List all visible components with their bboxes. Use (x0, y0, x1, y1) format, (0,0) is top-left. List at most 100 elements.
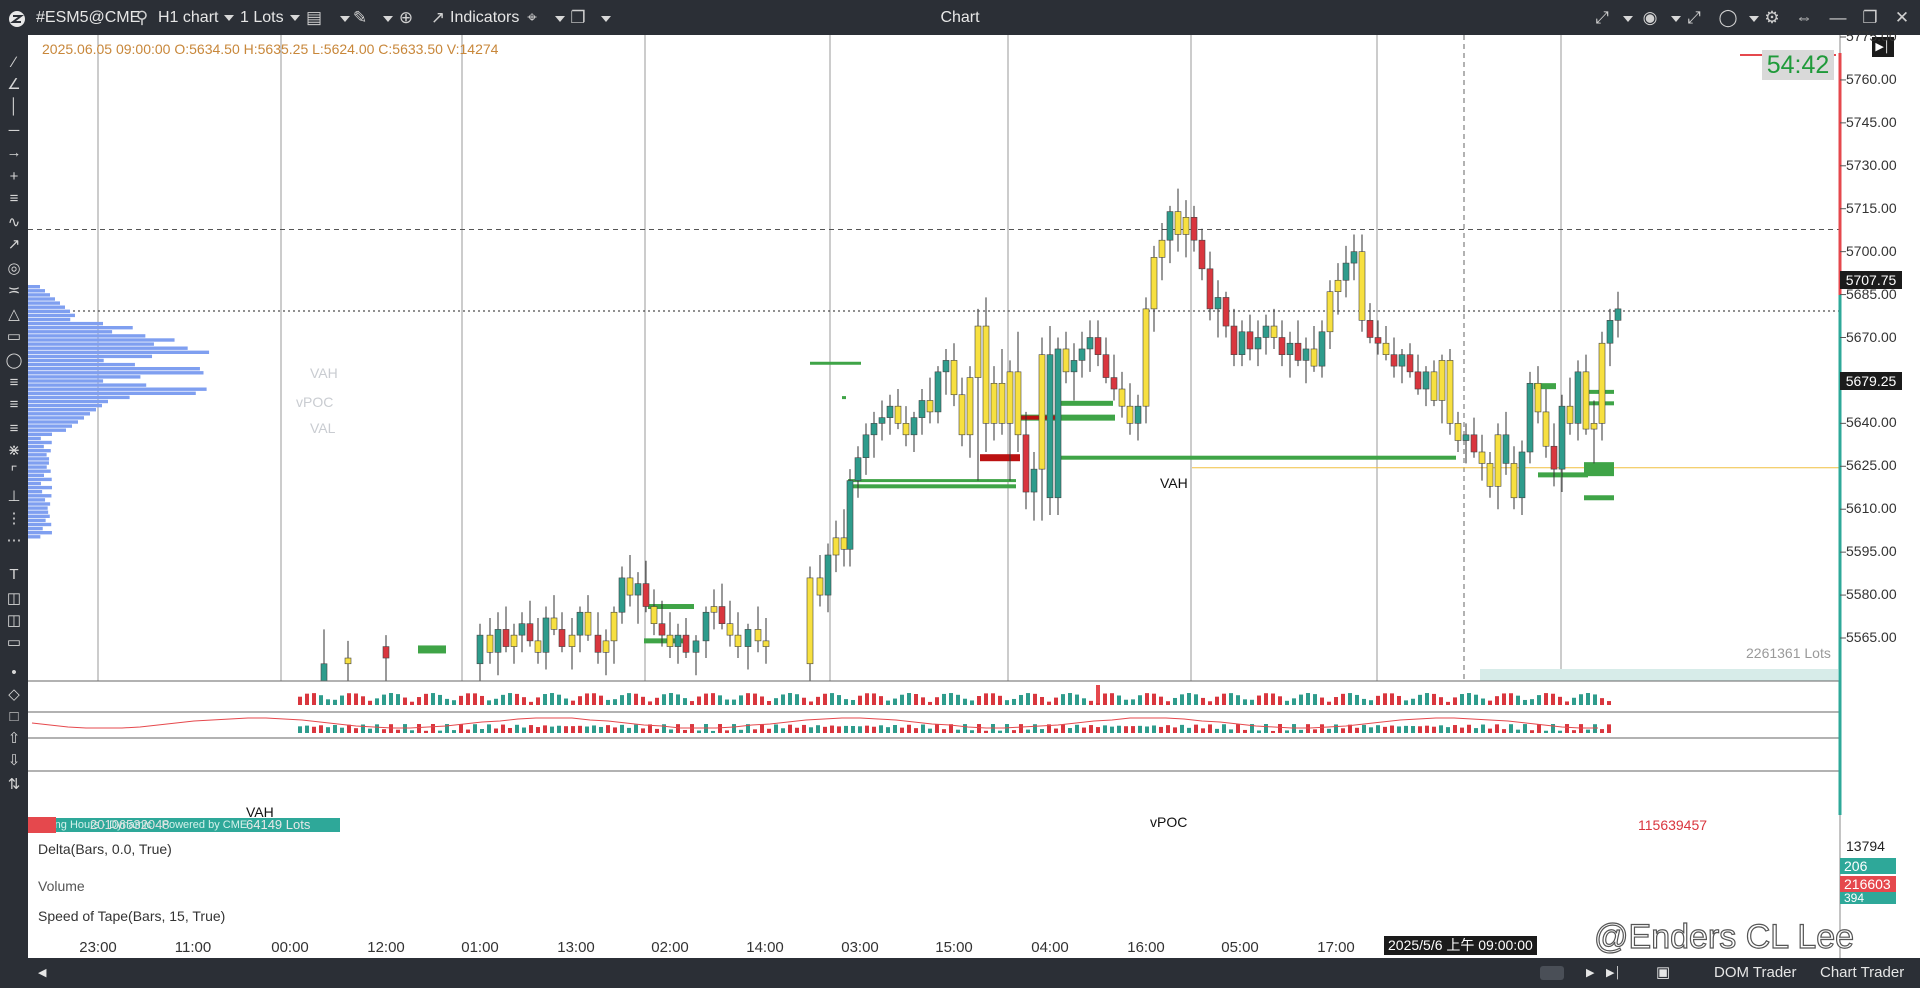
ellipse-tool-icon[interactable]: ◯ (2, 349, 26, 373)
volume-bar (1278, 724, 1282, 733)
tag-tool-icon[interactable]: ◫ (2, 587, 26, 611)
volume-bar (1579, 724, 1583, 733)
pitchfork-tool-icon[interactable]: ⋇ (2, 439, 26, 463)
vertical-line-icon[interactable]: │ (2, 95, 26, 119)
indicator-panes (28, 680, 1912, 933)
delta-bar (1110, 693, 1114, 705)
arrow-tool-icon[interactable]: → (2, 141, 26, 165)
channel-tool-icon[interactable]: ≍ (2, 279, 26, 303)
volume-bar (725, 730, 729, 733)
volume-bar (662, 724, 666, 733)
volume-bar (1306, 724, 1310, 733)
rectangle-tool-icon[interactable]: ▭ (2, 325, 26, 349)
delta-bar (487, 700, 491, 705)
candle-body (542, 617, 550, 653)
measure-tool-icon[interactable]: ⊥ (2, 485, 26, 509)
link-dropdown-icon[interactable] (1612, 0, 1638, 35)
candle-body (1582, 371, 1590, 430)
link-icon[interactable]: ⤢ (1590, 0, 1614, 35)
profile-bar (28, 367, 200, 371)
cross-tool-icon[interactable]: + (2, 165, 26, 189)
delta-bar (424, 693, 428, 705)
scroll-right-icon[interactable]: ▶ (1586, 958, 1594, 988)
horizontal-scrollbar[interactable] (36, 968, 1576, 978)
settings-gear-icon[interactable]: ⚙ (1760, 0, 1784, 35)
label-tool-icon[interactable]: ◫ (2, 609, 26, 633)
circle-icon[interactable]: ◯ (1716, 0, 1740, 35)
delta-bar (662, 694, 666, 705)
horizontal-line-icon[interactable]: ─ (2, 119, 26, 143)
spiral-tool-icon[interactable]: ◎ (2, 257, 26, 281)
panes-bg (28, 681, 1840, 933)
volume-bar (1369, 727, 1373, 733)
camera-icon[interactable]: ◉ (1638, 0, 1662, 35)
diamond-icon[interactable]: ◇ (2, 683, 26, 707)
indicators-button[interactable]: Indicators (450, 0, 519, 35)
triangle-tool-icon[interactable]: △ (2, 303, 26, 327)
dotted-box-tool-icon[interactable]: ⋯ (2, 529, 26, 553)
delta-bar (872, 693, 876, 705)
square-icon[interactable]: □ (2, 705, 26, 729)
delta-bar (1446, 701, 1450, 705)
delta-bar (1250, 699, 1254, 705)
dom-trader-button[interactable]: DOM Trader (1714, 958, 1797, 988)
pin-icon[interactable]: ⇔ (1792, 0, 1816, 35)
profile-bar (28, 477, 52, 482)
scrollbar-thumb[interactable] (1540, 966, 1564, 980)
time-axis-label: 05:00 (1221, 939, 1259, 956)
line-tool-icon[interactable]: ∕ (2, 51, 26, 75)
volume-bar (1467, 724, 1471, 733)
angle-tool-icon[interactable]: ∠ (2, 73, 26, 97)
delta-bar (550, 693, 554, 705)
price-chart[interactable] (28, 35, 1912, 973)
calendar-icon[interactable]: ▣ (1656, 958, 1670, 988)
crosshair-icon[interactable]: ⌖ (520, 0, 544, 35)
volume-bar (1495, 724, 1499, 733)
curve-tool-icon[interactable]: ∿ (2, 211, 26, 235)
lots-dropdown[interactable]: 1 Lots (240, 0, 300, 35)
chart-style-icon[interactable]: ▤ (302, 0, 326, 35)
chart-type-dropdown[interactable]: H1 chart (158, 0, 234, 35)
delta-bar (1173, 697, 1177, 705)
indicators-icon[interactable]: ↗ (426, 0, 450, 35)
scroll-end-icon[interactable]: ▶│ (1606, 958, 1621, 988)
delta-bar (578, 696, 582, 705)
delta-bar (921, 697, 925, 705)
callout-tool-icon[interactable]: ▭ (2, 631, 26, 655)
text-tool-icon[interactable]: T (2, 563, 26, 587)
chart-trader-button[interactable]: Chart Trader (1820, 958, 1904, 988)
chart-area[interactable]: 2025.06.05 09:00:00 O:5634.50 H:5635.25 … (28, 28, 1912, 973)
arrow-down-icon[interactable]: ⇩ (2, 749, 26, 773)
profile-bar (28, 469, 51, 473)
volume-bar (354, 728, 358, 733)
delta-badge: 206 (1840, 858, 1896, 874)
fib-tool-icon[interactable]: ≡ (2, 187, 26, 211)
zoom-icon[interactable]: ⊕ (394, 0, 418, 35)
pencil-icon[interactable]: ✎ (348, 0, 372, 35)
volume-bar (536, 727, 540, 733)
ohlc-readout: 2025.06.05 09:00:00 O:5634.50 H:5635.25 … (42, 41, 499, 57)
histogram-tool-icon[interactable]: ≡ (2, 371, 26, 395)
delta-bar (956, 694, 960, 705)
arrow-up-icon[interactable]: ⇧ (2, 727, 26, 751)
candle-body (1190, 217, 1198, 241)
dashed-line-tool-icon[interactable]: ⋮ (2, 507, 26, 531)
candle-body (1150, 257, 1158, 310)
fullscreen-icon[interactable]: ⤢ (1682, 0, 1706, 35)
templates-icon[interactable]: ❐ (566, 0, 590, 35)
candle-body (1174, 211, 1182, 235)
templates-dropdown-icon[interactable] (588, 0, 618, 35)
dot-icon[interactable]: • (2, 661, 26, 685)
price-tick-label: 5565.00 (1846, 629, 1897, 645)
profile-bar (28, 449, 51, 453)
gann-tool-icon[interactable]: ≡ (2, 393, 26, 417)
regression-tool-icon[interactable]: ⌜ (2, 461, 26, 485)
level-tool-icon[interactable]: ≡ (2, 417, 26, 441)
ray-tool-icon[interactable]: ↗ (2, 233, 26, 257)
symbol-selector[interactable]: #ESM5@CME (36, 0, 140, 35)
delta-bar (585, 693, 589, 705)
search-icon[interactable]: ⚲ (130, 0, 154, 35)
delta-bar (627, 693, 631, 705)
delta-bar (907, 693, 911, 705)
sort-icon[interactable]: ⇅ (2, 773, 26, 797)
